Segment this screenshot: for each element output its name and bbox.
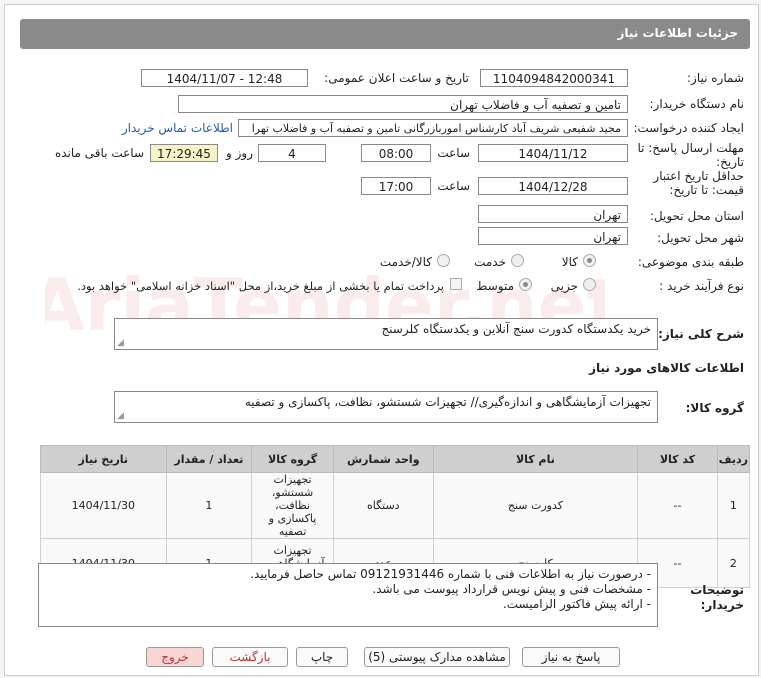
- reply-button[interactable]: پاسخ به نیاز: [522, 647, 620, 667]
- announce-label: تاریخ و ساعت اعلان عمومی:: [324, 71, 469, 85]
- validity-label: حداقل تاریخ اعتبار: [653, 169, 744, 183]
- category-label: طبقه بندی موضوعی:: [637, 255, 744, 269]
- city-label: شهر محل تحویل:: [657, 231, 744, 245]
- cell-quantity: 1: [165, 472, 253, 539]
- buyer-notes-label: توضیحات: [690, 583, 744, 597]
- process-label: نوع فرآیند خرید :: [659, 279, 744, 293]
- goods-group-label: گروه کالا:: [685, 401, 744, 415]
- treasury-note: پرداخت تمام یا بخشی از مبلغ خرید،از محل …: [77, 279, 444, 293]
- cell-row-number: 1: [716, 472, 751, 539]
- goods-group-textarea: تجهیزات آزمایشگاهی و اندازه‌گیری// تجهیز…: [114, 391, 658, 423]
- province-label: استان محل تحویل:: [649, 209, 744, 223]
- table-header-row: ردیف کد کالا نام کالا واحد شمارش گروه کا…: [40, 445, 751, 473]
- city-field: تهران: [478, 227, 628, 245]
- cell-code: --: [637, 472, 718, 539]
- creator-label: ایجاد کننده درخواست:: [633, 121, 744, 135]
- deadline-label: مهلت ارسال پاسخ: تا: [637, 141, 744, 155]
- creator-field: مجید شفیعی شریف آباد کارشناس اموربازرگان…: [238, 119, 628, 137]
- th-unit: واحد شمارش: [332, 445, 434, 473]
- category-option-goods-service: کالا/خدمت: [379, 255, 432, 269]
- contact-buyer-link[interactable]: اطلاعات تماس خریدار: [122, 121, 233, 135]
- cell-row-number: 2: [716, 538, 751, 588]
- summary-textarea: خرید یکدستگاه کدورت سنج آنلاین و یکدستگا…: [114, 318, 658, 350]
- need-number-field: 1104094842000341: [480, 69, 628, 87]
- category-radio-goods[interactable]: [583, 254, 596, 267]
- days-label: روز و: [226, 146, 253, 160]
- page-title: جزئیات اطلاعات نیاز: [617, 26, 738, 40]
- th-quantity: تعداد / مقدار: [165, 445, 253, 473]
- buyer-org-field: تامین و تصفیه آب و فاضلاب تهران: [178, 95, 628, 113]
- remaining-time-label: ساعت باقی مانده: [54, 146, 144, 160]
- deadline-time-field: 08:00: [361, 144, 431, 162]
- category-option-goods: کالا: [561, 255, 578, 269]
- treasury-checkbox[interactable]: [450, 278, 462, 290]
- cell-name: کدورت سنج: [432, 472, 639, 539]
- validity-time-label: ساعت: [437, 179, 470, 193]
- process-radio-minor[interactable]: [583, 278, 596, 291]
- process-option-minor: جزیی: [550, 279, 578, 293]
- buyer-notes-textarea: - درصورت نیاز به اطلاعات فنی با شماره 09…: [38, 563, 658, 627]
- category-radio-goods-service[interactable]: [437, 254, 450, 267]
- remaining-time-field: 17:29:45: [150, 144, 218, 162]
- exit-button[interactable]: خروج: [146, 647, 204, 667]
- resize-grip-icon: ◢: [117, 411, 124, 421]
- goods-group-text: تجهیزات آزمایشگاهی و اندازه‌گیری// تجهیز…: [244, 395, 651, 409]
- process-option-medium: متوسط: [476, 279, 514, 293]
- buyer-org-label: نام دستگاه خریدار:: [649, 97, 745, 111]
- deadline-label-2: تاریخ:: [716, 155, 744, 169]
- process-radio-medium[interactable]: [519, 278, 532, 291]
- back-button[interactable]: بازگشت: [212, 647, 288, 667]
- th-row-number: ردیف: [716, 445, 751, 473]
- validity-time-field: 17:00: [361, 177, 431, 195]
- attachments-button[interactable]: مشاهده مدارک پیوستی (5): [364, 647, 510, 667]
- note-line: - مشخصات فنی و پیش نویس قرارداد پیوست می…: [372, 582, 651, 596]
- page-header: جزئیات اطلاعات نیاز: [20, 19, 750, 49]
- note-line: - ارائه پیش فاکتور الزامیست.: [502, 597, 651, 611]
- th-code: کد کالا: [637, 445, 718, 473]
- days-remaining-field: 4: [258, 144, 326, 162]
- note-line: - درصورت نیاز به اطلاعات فنی با شماره 09…: [250, 567, 651, 581]
- cell-group: تجهیزات شستشو، نظافت، پاکسازی و تصفیه: [251, 472, 334, 539]
- deadline-date-field: 1404/11/12: [478, 144, 628, 162]
- validity-label-2: قیمت: تا تاریخ:: [669, 183, 744, 197]
- summary-text: خرید یکدستگاه کدورت سنج آنلاین و یکدستگا…: [381, 322, 651, 336]
- buyer-notes-label-2: خریدار:: [700, 598, 744, 612]
- category-option-service: خدمت: [474, 255, 506, 269]
- th-group: گروه کالا: [251, 445, 334, 473]
- th-name: نام کالا: [432, 445, 639, 473]
- th-need-date: تاریخ نیاز: [40, 445, 167, 473]
- need-number-label: شماره نیاز:: [687, 71, 744, 85]
- validity-date-field: 1404/12/28: [478, 177, 628, 195]
- province-field: تهران: [478, 205, 628, 223]
- category-radio-service[interactable]: [511, 254, 524, 267]
- summary-label: شرح کلی نیاز:: [658, 327, 744, 341]
- deadline-time-label: ساعت: [437, 146, 470, 160]
- page-frame: جزئیات اطلاعات نیاز AriaTender.net شماره…: [4, 4, 759, 676]
- cell-need-date: 1404/11/30: [40, 472, 167, 539]
- goods-section-title: اطلاعات کالاهای مورد نیاز: [589, 361, 744, 375]
- announce-field: 1404/11/07 - 12:48: [141, 69, 308, 87]
- print-button[interactable]: چاپ: [296, 647, 348, 667]
- table-row: 1 -- کدورت سنج دستگاه تجهیزات شستشو، نظا…: [40, 472, 751, 539]
- cell-unit: دستگاه: [332, 472, 434, 539]
- resize-grip-icon: ◢: [117, 338, 124, 348]
